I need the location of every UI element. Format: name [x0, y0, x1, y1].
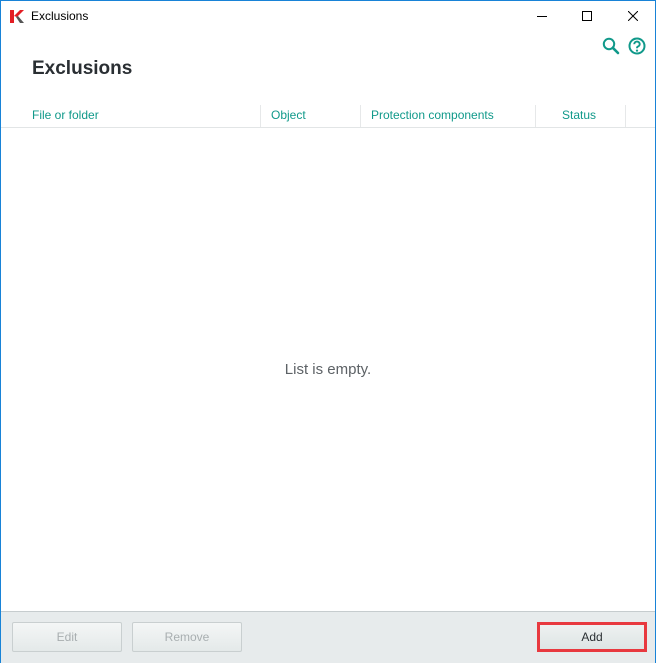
help-button[interactable] [628, 37, 646, 60]
column-divider[interactable] [625, 105, 626, 127]
title-bar[interactable]: Exclusions [1, 1, 655, 31]
column-divider[interactable] [360, 105, 361, 127]
edit-button[interactable]: Edit [12, 622, 122, 652]
column-header-status[interactable]: Status [562, 105, 596, 127]
kaspersky-logo-icon [10, 10, 24, 23]
add-button[interactable]: Add [537, 622, 647, 652]
footer-bar: Edit Remove Add [1, 611, 655, 663]
close-button[interactable] [610, 1, 656, 31]
column-header-file-or-folder[interactable]: File or folder [32, 105, 99, 127]
column-header-object[interactable]: Object [271, 105, 306, 127]
remove-button[interactable]: Remove [132, 622, 242, 652]
table-header: File or folder Object Protection compone… [1, 105, 655, 128]
minimize-icon [537, 16, 547, 17]
page-title: Exclusions [32, 58, 133, 79]
search-button[interactable] [602, 37, 620, 60]
column-divider[interactable] [535, 105, 536, 127]
help-icon [628, 37, 646, 55]
search-icon [602, 37, 620, 55]
minimize-button[interactable] [519, 1, 565, 31]
close-icon [628, 11, 638, 21]
maximize-icon [582, 11, 592, 21]
column-header-protection-components[interactable]: Protection components [371, 105, 494, 127]
empty-list-message: List is empty. [284, 361, 372, 378]
column-divider[interactable] [260, 105, 261, 127]
exclusions-window: Exclusions Exclusions File or folder Obj… [0, 0, 656, 663]
window-title: Exclusions [31, 9, 89, 23]
maximize-button[interactable] [564, 1, 610, 31]
